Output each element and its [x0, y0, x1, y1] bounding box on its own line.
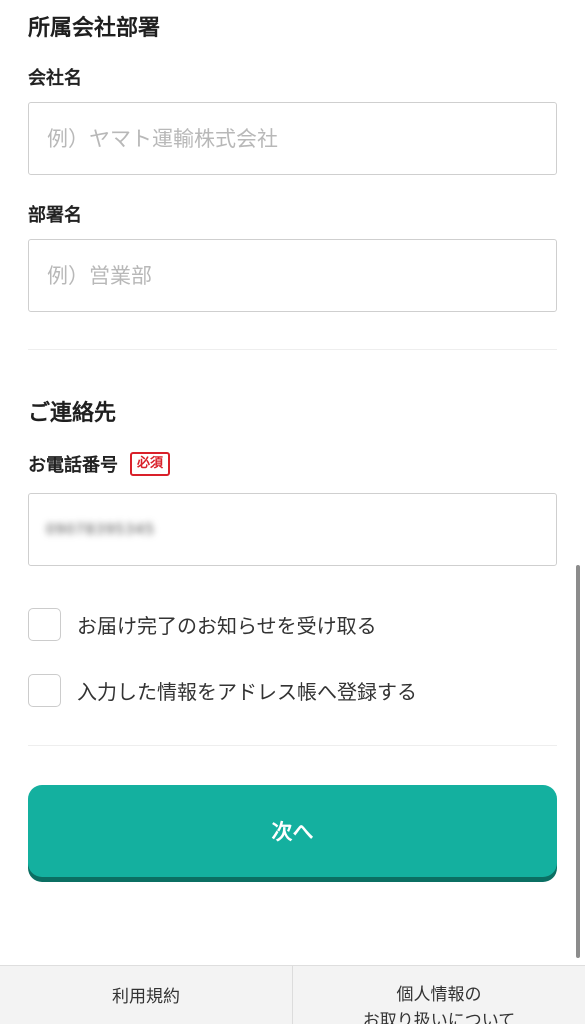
option-notify-delivery[interactable]: お届け完了のお知らせを受け取る	[28, 608, 377, 641]
privacy-link-label: 個人情報の お取り扱いについて	[363, 982, 516, 1024]
privacy-link[interactable]: 個人情報の お取り扱いについて	[293, 966, 585, 1024]
next-button[interactable]: 次へ	[28, 785, 557, 877]
options-divider	[28, 745, 557, 746]
department-name-label-text: 部署名	[28, 205, 82, 226]
company-name-label: 会社名	[28, 64, 82, 90]
notify-delivery-checkbox[interactable]	[28, 608, 61, 641]
privacy-link-line1: 個人情報の	[396, 985, 482, 1005]
section-divider	[28, 349, 557, 350]
department-name-input[interactable]	[28, 239, 557, 312]
contact-section-title: ご連絡先	[28, 401, 117, 426]
scrollbar[interactable]	[576, 565, 580, 958]
phone-label-text: お電話番号	[28, 455, 118, 476]
phone-value: 09078395345	[46, 522, 155, 538]
notify-delivery-label: お届け完了のお知らせを受け取る	[77, 614, 377, 638]
save-address-book-checkbox[interactable]	[28, 674, 61, 707]
option-save-address-book[interactable]: 入力した情報をアドレス帳へ登録する	[28, 674, 417, 707]
terms-link[interactable]: 利用規約	[0, 966, 292, 1024]
phone-label: お電話番号 必須	[28, 451, 171, 477]
page: 所属会社部署 会社名 部署名 ご連絡先 お電話番号 必須 09078395345…	[0, 0, 585, 1024]
department-name-label: 部署名	[28, 201, 82, 227]
save-address-book-label: 入力した情報をアドレス帳へ登録する	[77, 680, 417, 704]
required-badge: 必須	[130, 452, 171, 476]
terms-link-label: 利用規約	[112, 987, 180, 1007]
company-name-input[interactable]	[28, 102, 557, 175]
company-section-title: 所属会社部署	[28, 16, 161, 41]
privacy-link-line2: お取り扱いについて	[362, 1011, 516, 1024]
footer: 利用規約 個人情報の お取り扱いについて	[0, 965, 585, 1024]
company-name-label-text: 会社名	[28, 68, 82, 89]
